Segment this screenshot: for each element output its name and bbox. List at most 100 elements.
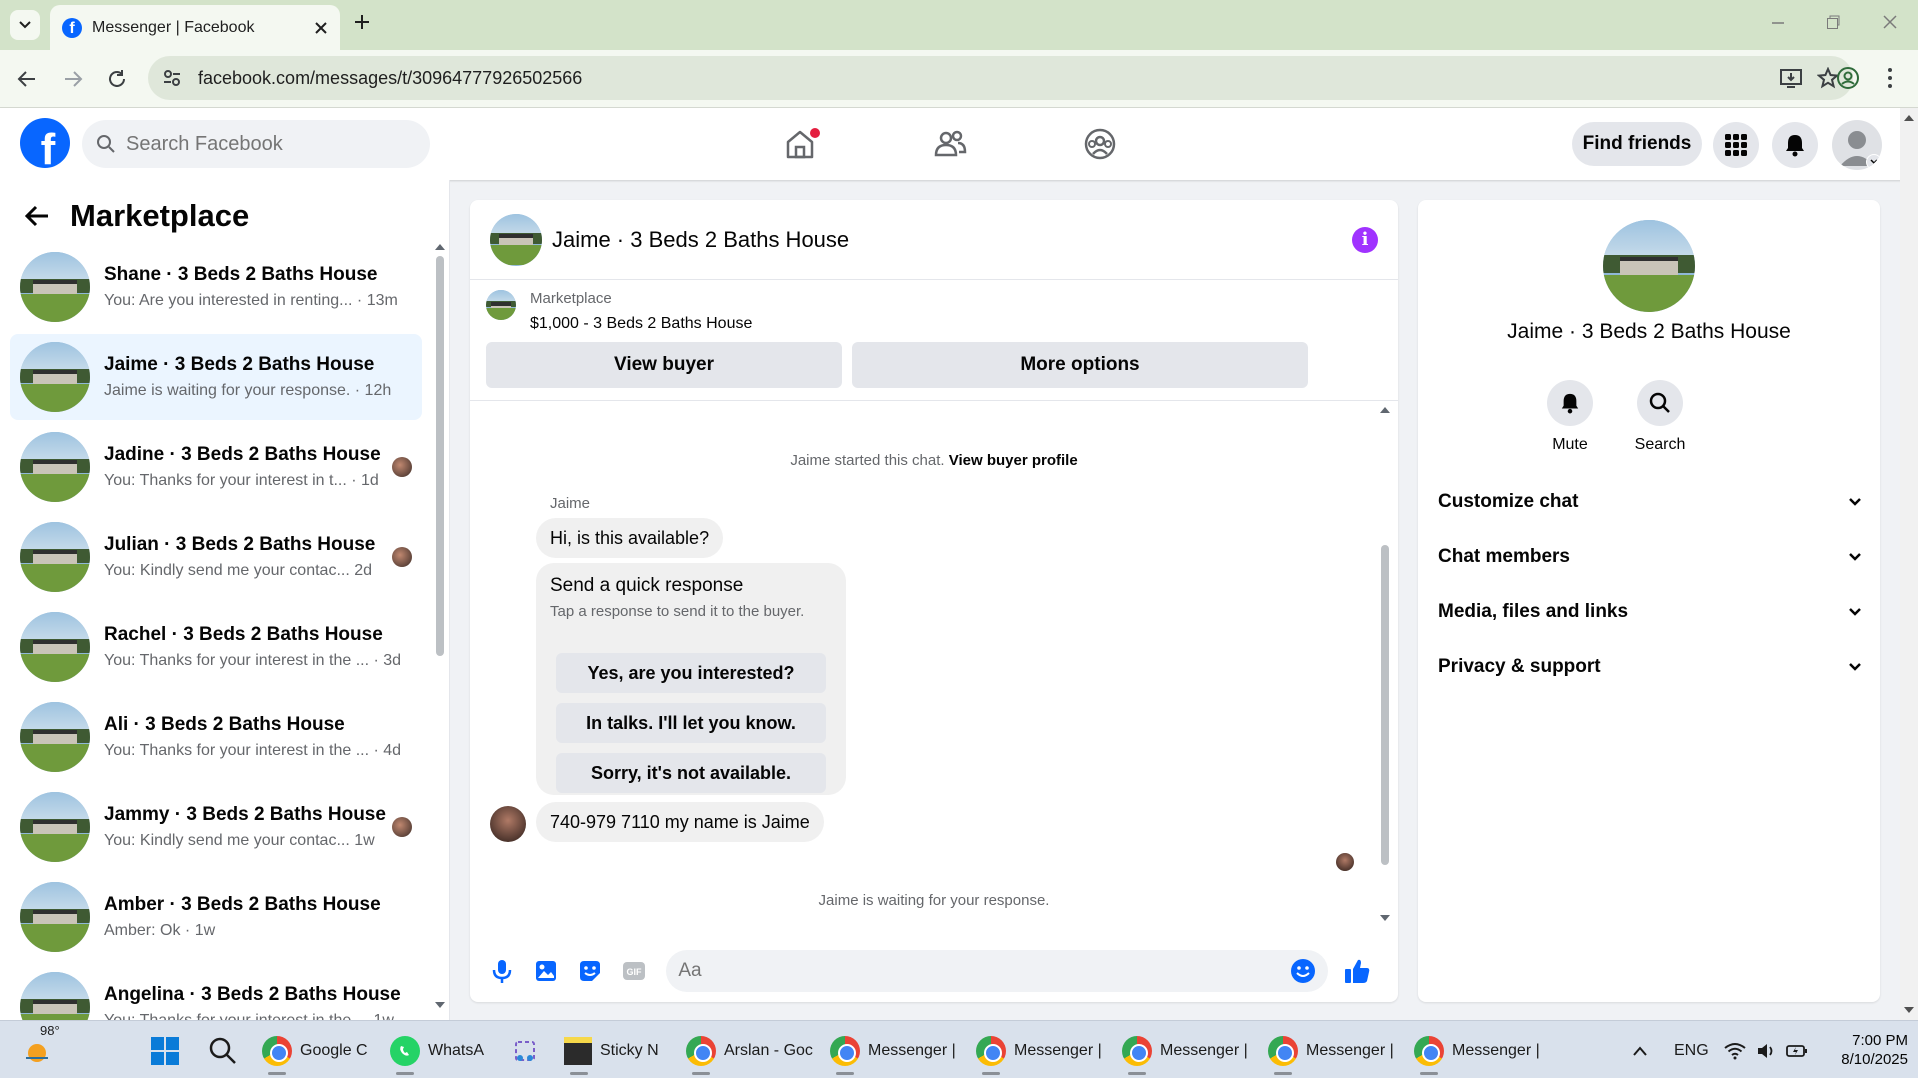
more-options-button[interactable]: More options bbox=[852, 342, 1308, 388]
profile-button[interactable] bbox=[1836, 66, 1860, 95]
chat-members-section[interactable]: Chat members bbox=[1438, 535, 1862, 579]
media-files-links-section[interactable]: Media, files and links bbox=[1438, 590, 1862, 634]
image-icon bbox=[535, 961, 556, 981]
taskbar-app-messenger-5[interactable]: Messenger | bbox=[1414, 1029, 1540, 1075]
chat-profile-avatar[interactable] bbox=[1603, 220, 1695, 312]
chrome-icon bbox=[262, 1036, 292, 1066]
taskbar-app-chrome-profile[interactable]: Arslan - Goc bbox=[686, 1029, 813, 1075]
close-window-button[interactable] bbox=[1882, 14, 1898, 35]
taskbar-app-sticky-notes[interactable]: Sticky N bbox=[564, 1029, 659, 1075]
taskbar-search[interactable] bbox=[208, 1029, 238, 1073]
conversation-item[interactable]: Ali · 3 Beds 2 Baths House You: Thanks fo… bbox=[10, 694, 422, 780]
find-friends-button[interactable]: Find friends bbox=[1572, 122, 1702, 166]
search-in-chat-button[interactable]: Search bbox=[1620, 380, 1700, 454]
notifications-button[interactable] bbox=[1772, 122, 1818, 168]
listing-title[interactable]: $1,000 - 3 Beds 2 Baths House bbox=[530, 315, 752, 333]
sun-icon bbox=[26, 1044, 48, 1062]
start-button[interactable] bbox=[150, 1029, 180, 1073]
windows-logo-icon bbox=[151, 1037, 179, 1065]
nav-home[interactable] bbox=[770, 122, 830, 166]
conversation-item[interactable]: Angelina · 3 Beds 2 Baths House You: Than… bbox=[10, 964, 422, 1020]
chat-title[interactable]: Jaime · 3 Beds 2 Baths House bbox=[552, 227, 1352, 253]
sticker-button[interactable] bbox=[572, 953, 607, 989]
conversation-item[interactable]: Jadine · 3 Beds 2 Baths House You: Thanks… bbox=[10, 424, 422, 510]
scrollbar-thumb[interactable] bbox=[436, 256, 444, 656]
page-scrollbar[interactable] bbox=[1900, 108, 1918, 1020]
chrome-icon bbox=[686, 1036, 716, 1066]
account-avatar[interactable] bbox=[1832, 120, 1882, 170]
system-tray[interactable] bbox=[1724, 1029, 1808, 1073]
conversation-list-scrollbar[interactable] bbox=[434, 240, 446, 1010]
taskbar-app-messenger-3[interactable]: Messenger | bbox=[1122, 1029, 1248, 1075]
search-input[interactable] bbox=[126, 132, 406, 156]
message-bubble[interactable]: 740-979 7110 my name is Jaime bbox=[536, 802, 824, 842]
back-button[interactable] bbox=[16, 68, 38, 95]
language-indicator[interactable]: ENG bbox=[1674, 1029, 1709, 1073]
gif-button[interactable]: GIF bbox=[616, 953, 651, 989]
arrow-left-icon bbox=[17, 71, 35, 87]
taskbar-app-chrome[interactable]: Google C bbox=[262, 1029, 368, 1075]
privacy-support-section[interactable]: Privacy & support bbox=[1438, 645, 1862, 689]
scrollbar-thumb[interactable] bbox=[1381, 545, 1389, 865]
facebook-search-box[interactable] bbox=[82, 120, 430, 168]
quick-response-not-available[interactable]: Sorry, it's not available. bbox=[556, 753, 826, 793]
taskbar-app-messenger-1[interactable]: Messenger | bbox=[830, 1029, 956, 1075]
conversation-time: 3d bbox=[383, 652, 402, 669]
mute-button[interactable]: Mute bbox=[1530, 380, 1610, 454]
customize-chat-section[interactable]: Customize chat bbox=[1438, 480, 1862, 524]
menu-button[interactable] bbox=[1713, 122, 1759, 168]
scroll-up-icon bbox=[1380, 407, 1390, 413]
chat-avatar[interactable] bbox=[490, 213, 542, 266]
weather-widget[interactable]: 98° bbox=[22, 1023, 60, 1073]
browser-menu-button[interactable] bbox=[1886, 66, 1894, 95]
conversation-item[interactable]: Julian · 3 Beds 2 Baths House You: Kindly… bbox=[10, 514, 422, 600]
browser-tab-bar: f Messenger | Facebook bbox=[0, 0, 1918, 50]
back-arrow-icon[interactable] bbox=[24, 204, 50, 228]
chat-start-text: Jaime started this chat. bbox=[790, 452, 945, 469]
conversation-time: 4d bbox=[383, 742, 402, 759]
view-buyer-profile-link[interactable]: View buyer profile bbox=[949, 452, 1078, 469]
conversation-item[interactable]: Jammy · 3 Beds 2 Baths House You: Kindly … bbox=[10, 784, 422, 870]
nav-groups[interactable] bbox=[1070, 122, 1130, 166]
quick-response-in-talks[interactable]: In talks. I'll let you know. bbox=[556, 703, 826, 743]
site-info-icon[interactable] bbox=[162, 68, 182, 88]
quick-response-yes[interactable]: Yes, are you interested? bbox=[556, 653, 826, 693]
nav-friends[interactable] bbox=[920, 122, 980, 166]
view-buyer-button[interactable]: View buyer bbox=[486, 342, 842, 388]
taskbar-app-label: WhatsA bbox=[428, 1042, 485, 1059]
buyer-avatar[interactable] bbox=[490, 806, 526, 842]
conversation-item[interactable]: Rachel · 3 Beds 2 Baths House You: Thanks… bbox=[10, 604, 422, 690]
install-app-icon[interactable] bbox=[1779, 66, 1803, 90]
send-like-button[interactable] bbox=[1340, 953, 1375, 989]
browser-tab-messenger[interactable]: f Messenger | Facebook bbox=[50, 5, 340, 50]
conversation-name: Julian · 3 Beds 2 Baths House bbox=[104, 534, 376, 555]
info-icon[interactable]: i bbox=[1352, 226, 1378, 253]
chat-scrollbar[interactable] bbox=[1378, 405, 1392, 925]
reload-button[interactable] bbox=[106, 68, 128, 95]
attach-photo-button[interactable] bbox=[528, 953, 563, 989]
close-tab-icon[interactable] bbox=[314, 21, 328, 35]
taskbar-app-messenger-2[interactable]: Messenger | bbox=[976, 1029, 1102, 1075]
minimize-window-button[interactable] bbox=[1770, 14, 1786, 35]
message-input-box[interactable] bbox=[666, 950, 1328, 992]
conversation-item[interactable]: Amber · 3 Beds 2 Baths House Amber: Ok · … bbox=[10, 874, 422, 960]
tab-search-button[interactable] bbox=[10, 10, 40, 40]
address-bar[interactable]: facebook.com/messages/t/3096477792650256… bbox=[148, 56, 1853, 100]
emoji-icon[interactable] bbox=[1290, 958, 1316, 984]
new-tab-button[interactable] bbox=[352, 12, 372, 37]
restore-window-button[interactable] bbox=[1825, 14, 1841, 35]
taskbar-app-whatsapp[interactable]: WhatsA bbox=[390, 1029, 485, 1075]
windows-taskbar: 98° Google C WhatsA Sticky N Arslan - Go… bbox=[0, 1020, 1918, 1078]
message-input[interactable] bbox=[678, 960, 1290, 982]
language-label: ENG bbox=[1674, 1042, 1709, 1059]
conversation-item-active[interactable]: Jaime · 3 Beds 2 Baths House Jaime is wai… bbox=[10, 334, 422, 420]
conversation-item[interactable]: Shane · 3 Beds 2 Baths House You: Are you… bbox=[10, 244, 422, 330]
forward-button[interactable] bbox=[62, 68, 84, 95]
taskbar-app-messenger-4[interactable]: Messenger | bbox=[1268, 1029, 1394, 1075]
system-clock[interactable]: 7:00 PM 8/10/2025 bbox=[1820, 1031, 1908, 1069]
show-hidden-icons-button[interactable] bbox=[1632, 1029, 1648, 1073]
voice-clip-button[interactable] bbox=[484, 953, 519, 989]
facebook-logo-icon[interactable]: f bbox=[20, 118, 70, 168]
message-bubble[interactable]: Hi, is this available? bbox=[536, 518, 724, 558]
taskbar-app-snipping[interactable] bbox=[510, 1029, 540, 1073]
